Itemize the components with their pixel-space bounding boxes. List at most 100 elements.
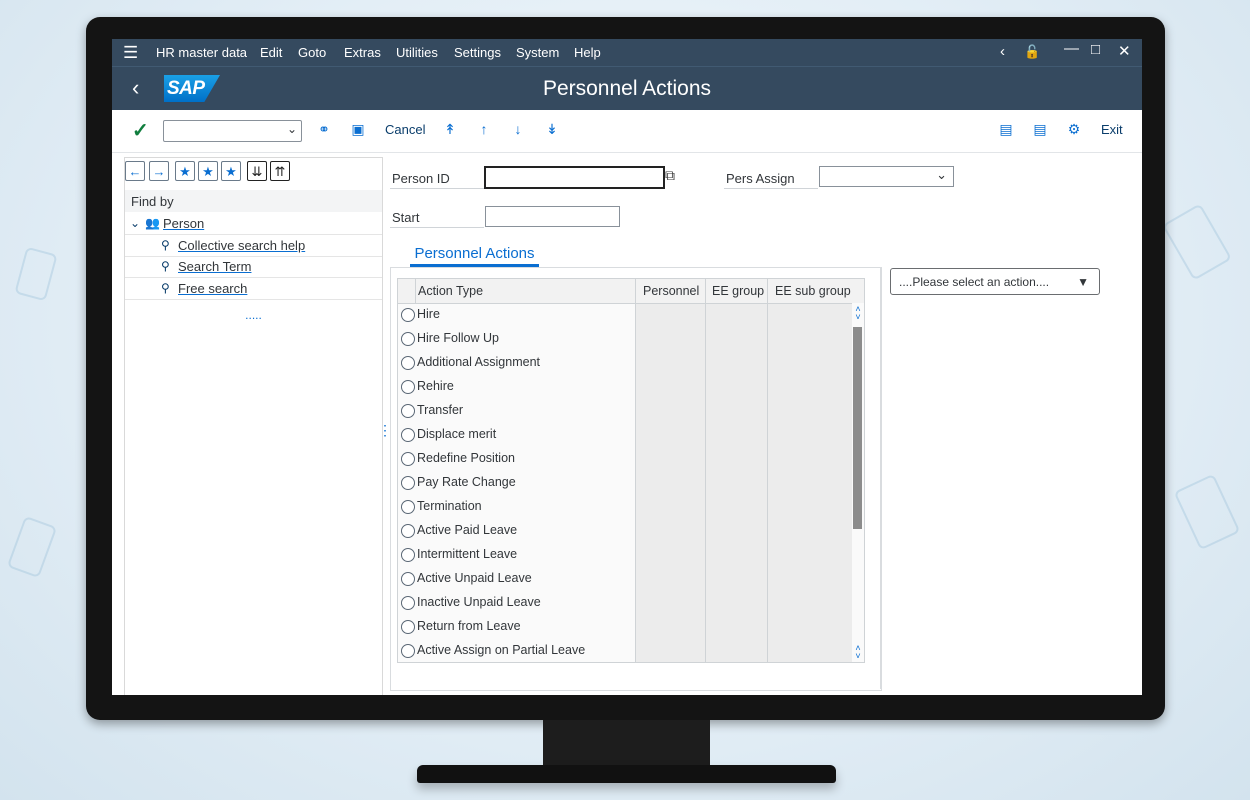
table-row[interactable]: Active Assign on Partial Leave (398, 639, 635, 662)
column-header-ee-group[interactable]: EE group (712, 284, 764, 298)
previous-page-icon[interactable]: ↑ (476, 121, 492, 137)
cancel-button[interactable]: Cancel (385, 122, 425, 137)
column-header-action-type[interactable]: Action Type (418, 284, 483, 298)
image-icon[interactable]: ▣ (350, 121, 366, 137)
menu-utilities[interactable]: Utilities (396, 45, 438, 60)
menu-extras[interactable]: Extras (344, 45, 381, 60)
radio-button[interactable] (401, 548, 415, 562)
background-decoration (1173, 473, 1241, 551)
session-icon[interactable]: ▤ (1032, 121, 1048, 137)
table-header: Action Type Personnel EE group EE sub gr… (398, 279, 864, 304)
tree-node-label[interactable]: Search Term (178, 259, 251, 274)
expand-all-icon[interactable]: ⇊ (247, 161, 267, 181)
binoculars-icon[interactable]: ⚭ (316, 121, 332, 137)
nav-back-icon[interactable]: ← (125, 161, 145, 181)
add-favorite-icon[interactable]: ★ (175, 161, 195, 181)
chevron-down-icon[interactable]: ⌄ (130, 216, 140, 230)
close-icon[interactable]: ✕ (1118, 42, 1131, 60)
last-page-icon[interactable]: ↡ (544, 121, 560, 137)
column-header-personnel[interactable]: Personnel (643, 284, 699, 298)
table-row[interactable]: Intermittent Leave (398, 543, 635, 567)
table-scrollbar[interactable]: ˄ ˅ ˄ ˅ (852, 303, 864, 662)
tree-node-label[interactable]: Free search (178, 281, 247, 296)
value-help-icon[interactable]: ⧉ (665, 167, 675, 184)
table-row[interactable]: Pay Rate Change (398, 471, 635, 495)
page-title: Personnel Actions (542, 77, 712, 100)
table-row[interactable]: Hire Follow Up (398, 327, 635, 351)
panel-resize-handle[interactable]: ..... (125, 309, 382, 321)
table-row[interactable]: Rehire (398, 375, 635, 399)
table-row[interactable]: Transfer (398, 399, 635, 423)
pers-assign-select[interactable]: ⌄ (819, 166, 954, 187)
radio-button[interactable] (401, 596, 415, 610)
new-window-icon[interactable]: ▤ (998, 121, 1014, 137)
radio-button[interactable] (401, 572, 415, 586)
table-row[interactable]: Termination (398, 495, 635, 519)
table-row[interactable]: Hire (398, 303, 635, 327)
back-nav-icon[interactable]: ‹ (1000, 43, 1005, 60)
table-row[interactable]: Additional Assignment (398, 351, 635, 375)
column-header-ee-sub-group[interactable]: EE sub group (775, 284, 851, 298)
dropdown-arrow-icon[interactable]: ▼ (1077, 275, 1089, 289)
tree-node-search-term[interactable]: ⚲ Search Term (125, 256, 382, 278)
pers-assign-label: Pers Assign (724, 169, 818, 189)
radio-button[interactable] (401, 428, 415, 442)
radio-button[interactable] (401, 404, 415, 418)
table-row[interactable]: Active Paid Leave (398, 519, 635, 543)
menu-hr-master-data[interactable]: HR master data (156, 45, 247, 60)
tree-node-collective-search-help[interactable]: ⚲ Collective search help (125, 235, 382, 257)
title-bar: ‹ SAP Personnel Actions (112, 66, 1142, 111)
nav-forward-icon[interactable]: → (149, 161, 169, 181)
menu-system[interactable]: System (516, 45, 559, 60)
table-row[interactable]: Active Unpaid Leave (398, 567, 635, 591)
start-date-input[interactable] (485, 206, 620, 227)
chevron-down-icon[interactable]: ⌄ (936, 167, 947, 183)
scroll-up-icon[interactable]: ˄ ˅ (853, 305, 863, 322)
tab-personnel-actions[interactable]: Personnel Actions (410, 245, 539, 267)
favorite-icon[interactable]: ★ (198, 161, 218, 181)
tree-node-free-search[interactable]: ⚲ Free search (125, 278, 382, 300)
edit-favorite-icon[interactable]: ★ (221, 161, 241, 181)
action-select-dropdown[interactable]: ....Please select an action.... ▼ (890, 268, 1100, 295)
minimize-icon[interactable]: — (1064, 40, 1079, 57)
column-divider (705, 279, 706, 662)
action-type-label: Redefine Position (417, 451, 515, 465)
tree-node-label[interactable]: Person (163, 216, 204, 231)
radio-button[interactable] (401, 332, 415, 346)
radio-button[interactable] (401, 644, 415, 658)
radio-button[interactable] (401, 620, 415, 634)
radio-button[interactable] (401, 452, 415, 466)
check-icon[interactable]: ✓ (132, 118, 149, 143)
radio-button[interactable] (401, 524, 415, 538)
column-background (706, 303, 767, 662)
radio-button[interactable] (401, 500, 415, 514)
chevron-down-icon[interactable]: ⌄ (287, 122, 297, 136)
tree-node-person[interactable]: ⌄ 👥 Person (125, 213, 382, 235)
next-page-icon[interactable]: ↓ (510, 121, 526, 137)
table-row[interactable]: Inactive Unpaid Leave (398, 591, 635, 615)
menu-edit[interactable]: Edit (260, 45, 282, 60)
menu-icon[interactable]: ☰ (123, 44, 138, 61)
radio-button[interactable] (401, 356, 415, 370)
settings-icon[interactable]: ⚙ (1066, 121, 1082, 137)
lock-icon[interactable]: 🔓 (1024, 44, 1040, 60)
menu-goto[interactable]: Goto (298, 45, 326, 60)
radio-button[interactable] (401, 308, 415, 322)
menu-settings[interactable]: Settings (454, 45, 501, 60)
scroll-down-icon[interactable]: ˄ ˅ (853, 644, 863, 661)
search-icon: ⚲ (161, 259, 170, 273)
maximize-icon[interactable]: □ (1091, 41, 1100, 58)
table-row[interactable]: Return from Leave (398, 615, 635, 639)
exit-button[interactable]: Exit (1101, 122, 1123, 137)
scrollbar-thumb[interactable] (853, 327, 862, 529)
table-row[interactable]: Displace merit (398, 423, 635, 447)
person-id-input[interactable] (484, 166, 665, 189)
radio-button[interactable] (401, 380, 415, 394)
command-field[interactable]: ⌄ (163, 120, 302, 142)
tree-node-label[interactable]: Collective search help (178, 238, 305, 253)
radio-button[interactable] (401, 476, 415, 490)
collapse-all-icon[interactable]: ⇈ (270, 161, 290, 181)
table-row[interactable]: Redefine Position (398, 447, 635, 471)
menu-help[interactable]: Help (574, 45, 601, 60)
first-page-icon[interactable]: ↟ (442, 121, 458, 137)
